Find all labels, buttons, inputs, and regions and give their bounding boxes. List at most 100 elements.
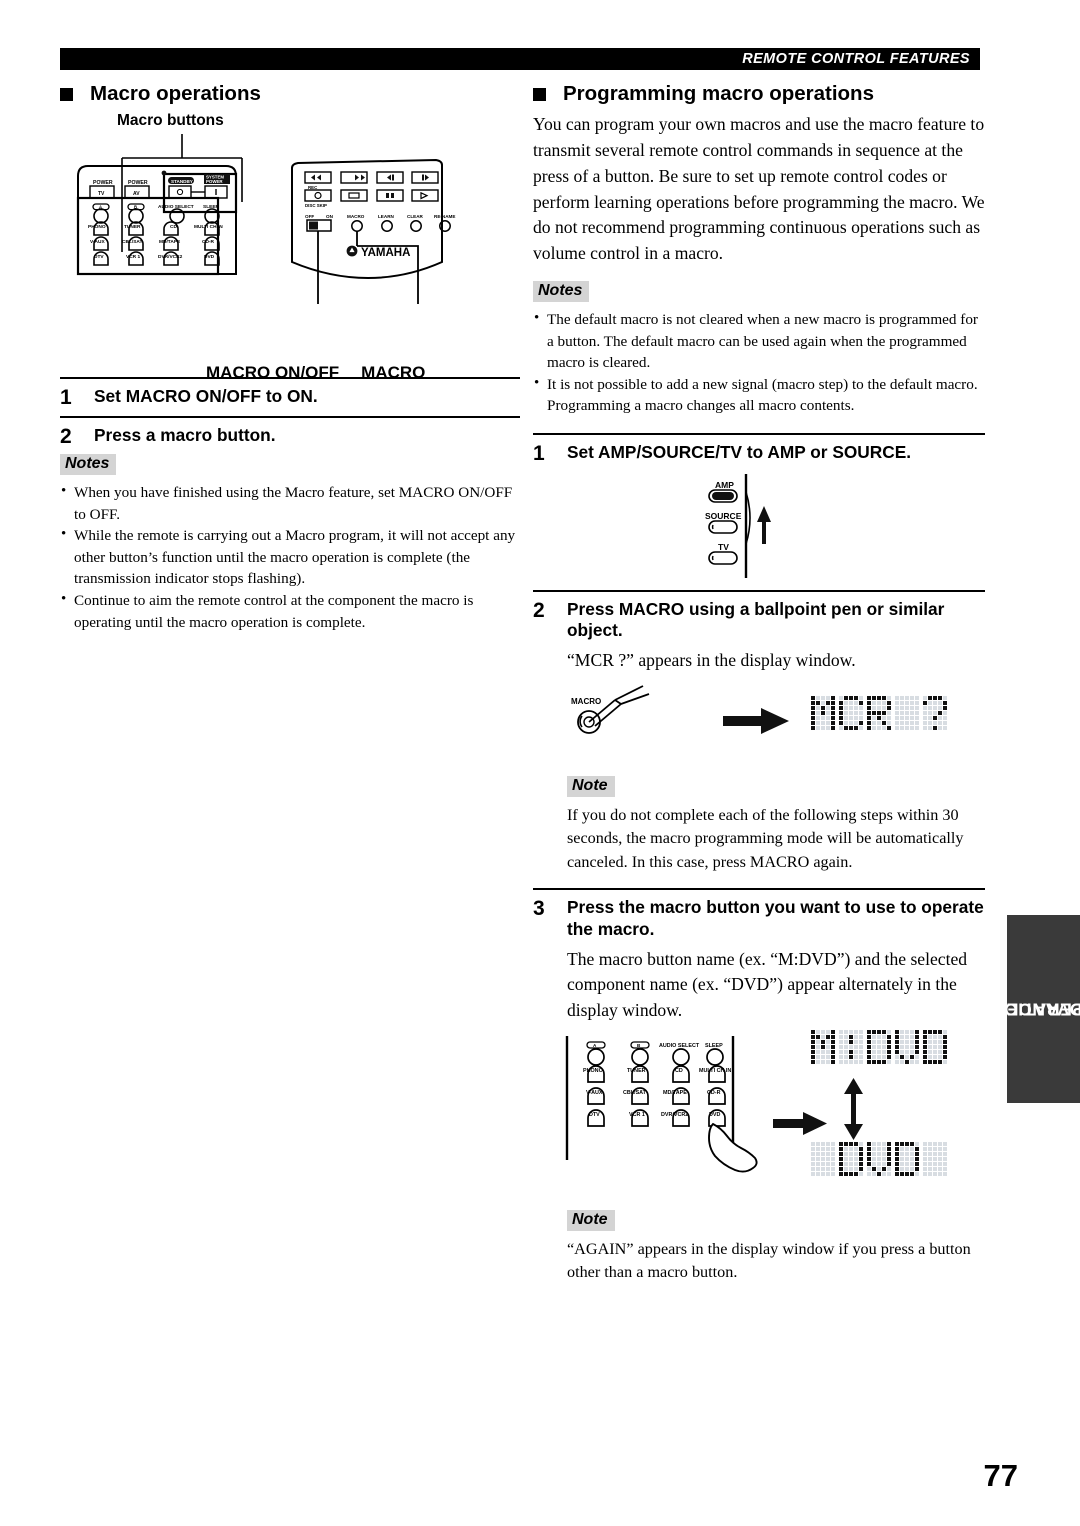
svg-text:DVR/VCR2: DVR/VCR2 <box>158 254 183 260</box>
svg-text:OFF: OFF <box>305 214 314 219</box>
macro-button-press-figure: A B AUDIO SELECT SLEEP PHONO TUNER CD MULTI… <box>533 1024 985 1204</box>
left-notes-label: Notes <box>60 454 117 476</box>
svg-text:ON: ON <box>326 214 334 219</box>
svg-text:STANDBY: STANDBY <box>171 179 193 184</box>
arrow-up-down-icon <box>844 1078 863 1141</box>
display-window-dvd <box>811 1142 947 1177</box>
svg-text:PHONO: PHONO <box>88 224 106 230</box>
left-step-2: 2 Press a macro button. <box>60 418 520 455</box>
right-step-3-number: 3 <box>533 896 545 920</box>
display-window-mcr <box>811 695 947 730</box>
list-item: It is not possible to add a new signal (… <box>533 373 985 417</box>
svg-text:TUNER: TUNER <box>124 224 141 230</box>
svg-text:CD: CD <box>675 1068 683 1074</box>
right-step-2-body: “MCR ?” appears in the display window. <box>567 650 856 671</box>
step2-note-label: Note <box>567 775 615 797</box>
svg-text:TV: TV <box>98 191 105 197</box>
dm-char <box>895 1142 919 1177</box>
svg-text:YAMAHA: YAMAHA <box>361 247 410 259</box>
svg-text:POWER: POWER <box>93 180 113 186</box>
svg-text:V-AUX: V-AUX <box>90 239 105 245</box>
svg-text:MACRO: MACRO <box>347 214 365 219</box>
left-step-1-text: Set MACRO ON/OFF to ON. <box>94 386 318 406</box>
right-step-2: 2 Press MACRO using a ballpoint pen or s… <box>533 592 985 649</box>
svg-text:B: B <box>637 1043 641 1048</box>
dm-char <box>867 1142 891 1177</box>
left-section-heading: Macro operations <box>60 82 520 106</box>
bullet-square-icon <box>533 87 546 101</box>
right-step-2-text: Press MACRO using a ballpoint pen or sim… <box>567 598 945 641</box>
svg-text:TUNER: TUNER <box>627 1068 646 1074</box>
svg-text:AUDIO SELECT: AUDIO SELECT <box>659 1043 700 1049</box>
dm-char <box>811 1030 835 1065</box>
svg-text:MULTI CH IN: MULTI CH IN <box>699 1068 731 1074</box>
macro-buttons-label: Macro buttons <box>117 112 224 129</box>
list-item: While the remote is carrying out a Macro… <box>60 524 520 590</box>
left-step-2-number: 2 <box>60 424 72 448</box>
right-step-3-body: The macro button name (ex. “M:DVD”) and … <box>567 948 968 1021</box>
svg-text:DISC SKIP: DISC SKIP <box>305 203 327 208</box>
right-step-1: 1 Set AMP/SOURCE/TV to AMP or SOURCE. <box>533 435 985 472</box>
svg-text:SOURCE: SOURCE <box>705 511 742 521</box>
dm-char <box>811 695 835 730</box>
right-notes-label: Notes <box>533 281 590 303</box>
dm-char <box>867 695 891 730</box>
right-step-1-number: 1 <box>533 442 545 466</box>
right-step-3: 3 Press the macro button you want to use… <box>533 890 985 947</box>
step2-note-text: If you do not complete each of the follo… <box>567 805 964 871</box>
svg-text:POWER: POWER <box>206 179 223 184</box>
dm-char <box>895 1030 919 1065</box>
dm-char <box>839 1142 863 1177</box>
right-section-heading: Programming macro operations <box>533 82 985 106</box>
dm-char <box>895 695 919 730</box>
left-step-1-number: 1 <box>60 386 72 409</box>
svg-text:RE-NAME: RE-NAME <box>434 214 455 219</box>
right-column: Programming macro operations You can pro… <box>533 82 985 1285</box>
right-notes-list: The default macro is not cleared when a … <box>533 308 985 417</box>
right-intro-paragraph: You can program your own macros and use … <box>533 114 985 264</box>
svg-text:POWER: POWER <box>128 180 148 186</box>
callout-macro: MACRO <box>361 363 426 382</box>
left-heading-text: Macro operations <box>90 82 261 105</box>
dm-char <box>839 695 863 730</box>
dm-char <box>923 1030 947 1065</box>
svg-text:LEARN: LEARN <box>378 214 395 219</box>
list-item: When you have finished using the Macro f… <box>60 481 520 525</box>
step3-note-label: Note <box>567 1210 615 1232</box>
dm-char <box>839 1030 863 1065</box>
macro-pen-figure: MACRO <box>533 674 985 770</box>
manual-page: REMOTE CONTROL FEATURES Macro operations… <box>0 0 1080 1526</box>
svg-text:VCR 1: VCR 1 <box>126 254 140 260</box>
remote-control-figure: Macro buttons POWER TV POWER AV STANDBY … <box>60 112 520 382</box>
svg-text:AV: AV <box>133 191 140 197</box>
page-number: 77 <box>983 1458 1018 1493</box>
right-step-3-text: Press the macro button you want to use t… <box>567 896 984 939</box>
amp-switch-svg: AMP SOURCE TV <box>705 473 771 578</box>
svg-text:CLEAR: CLEAR <box>407 214 424 219</box>
svg-text:TV: TV <box>718 542 729 552</box>
bottom-remote-svg: A B AUDIO SELECT SLEEP PHONO TUNER CD MULTI… <box>565 1036 758 1173</box>
arrow-right-icon <box>773 1112 827 1136</box>
dm-char <box>867 1030 891 1065</box>
left-step-1: 1 Set MACRO ON/OFF to ON. <box>60 379 520 416</box>
left-step-2-text: Press a macro button. <box>94 424 276 445</box>
running-head-title: REMOTE CONTROL FEATURES <box>742 51 970 67</box>
svg-text:A: A <box>593 1043 597 1048</box>
right-step-2-number: 2 <box>533 598 545 622</box>
svg-text:CBL/SAT: CBL/SAT <box>122 239 142 245</box>
right-heading-text: Programming macro operations <box>563 82 874 105</box>
svg-text:AMP: AMP <box>715 480 734 490</box>
side-tab-line2: OPERATION <box>989 999 1080 1020</box>
bullet-square-icon <box>60 87 73 101</box>
arrow-right-icon <box>723 707 789 734</box>
svg-text:SLEEP: SLEEP <box>705 1043 723 1049</box>
step3-note-text: “AGAIN” appears in the display window if… <box>567 1240 971 1282</box>
callout-macro-on-off: MACRO ON/OFF <box>206 363 340 382</box>
dm-char <box>811 1142 835 1177</box>
running-head-bar: REMOTE CONTROL FEATURES <box>60 48 980 70</box>
dm-char <box>923 695 947 730</box>
left-notes-list: When you have finished using the Macro f… <box>60 481 520 633</box>
list-item: The default macro is not cleared when a … <box>533 308 985 374</box>
display-window-mdvd <box>811 1030 947 1065</box>
side-tab-advanced-operation: ADVANCEDOPERATION <box>989 915 1080 1103</box>
